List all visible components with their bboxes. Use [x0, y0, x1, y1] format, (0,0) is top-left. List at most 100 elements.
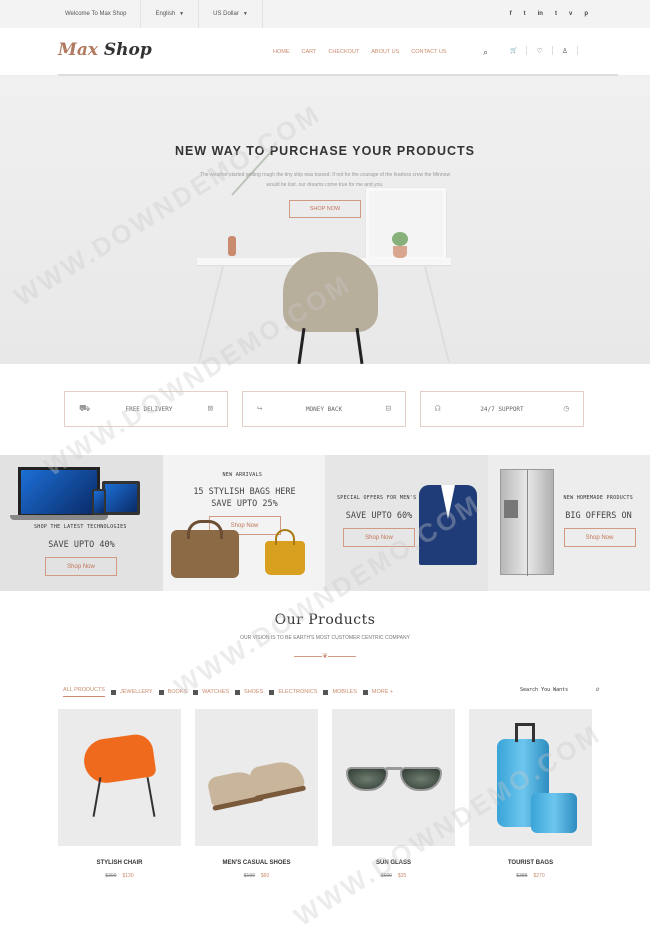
product-name[interactable]: TOURIST BAGS	[469, 860, 592, 866]
bullet-icon	[362, 689, 368, 695]
sunglass-lens-image	[400, 767, 442, 791]
site-logo[interactable]: Max Shop	[58, 40, 152, 60]
hero-banner: NEW WAY TO PURCHASE YOUR PRODUCTS The we…	[0, 76, 650, 364]
linkedin-icon[interactable]: in	[538, 11, 543, 17]
bullet-icon	[193, 689, 199, 695]
old-price: $500	[380, 873, 392, 879]
vase-decor	[228, 236, 236, 256]
phone-image	[92, 489, 106, 515]
promo-big-text: SAVE UPTO 40%	[48, 540, 115, 550]
category-filters: ALL PRODUCTS JEWELLERY BOOKS WATCHES SHO…	[63, 687, 393, 697]
cart-icon[interactable]: 🛒	[510, 47, 517, 54]
social-links: f t in t v p	[510, 0, 588, 28]
product-search[interactable]: Search You Wants ⌕	[520, 685, 600, 694]
pot-decor	[393, 246, 407, 258]
filter-mobiles[interactable]: MOBILES	[323, 689, 357, 695]
desk-leg	[424, 266, 450, 363]
heart-icon[interactable]: ♡	[536, 47, 542, 55]
plant-decor	[392, 232, 408, 246]
filter-books[interactable]: BOOKS	[158, 689, 188, 695]
shoe-sole	[254, 785, 307, 802]
tumblr-icon[interactable]: t	[555, 11, 557, 17]
vimeo-icon[interactable]: v	[569, 11, 572, 17]
product-name[interactable]: STYLISH CHAIR	[58, 860, 181, 866]
promo-small-text: NEW HOMEMADE PRODUCTS	[563, 495, 634, 501]
ornament-icon: ❦	[322, 653, 328, 660]
product-card[interactable]: TOURIST BAGS $385 $270	[469, 709, 592, 879]
promo-small-text: SHOP THE LATEST TECHNOLOGIES	[34, 524, 127, 530]
feature-money-back: ↪ MONEY BACK ⊟	[242, 391, 406, 427]
chevron-down-icon: ▼	[179, 11, 185, 17]
bullet-icon	[110, 689, 116, 695]
filter-jewellery[interactable]: JEWELLERY	[110, 689, 153, 695]
jacket-image	[419, 485, 477, 565]
current-price: $60	[260, 873, 270, 879]
ornament-divider: ❦	[294, 651, 356, 661]
language-select[interactable]: English ▼	[141, 0, 200, 28]
hero-subtitle: The weather started getting rough the ti…	[199, 172, 451, 188]
chevron-down-icon: ▼	[242, 11, 248, 17]
bullet-icon	[269, 689, 275, 695]
section-subtitle: OUR VISION IS TO BE EARTH'S MOST CUSTOME…	[240, 635, 410, 641]
filter-label: BOOKS	[167, 689, 188, 695]
nav-contact-us[interactable]: CONTACT US	[411, 49, 446, 55]
shop-now-button[interactable]: SHOP NOW	[289, 200, 361, 218]
product-image[interactable]	[195, 709, 318, 846]
old-price: $300	[105, 873, 117, 879]
promo-shop-now-button[interactable]: Shop Now	[343, 528, 415, 547]
product-card[interactable]: MEN'S CASUAL SHOES $190 $60	[195, 709, 318, 879]
logo-max: Max	[58, 40, 98, 60]
fridge-image	[499, 469, 554, 576]
currency-select[interactable]: US Dollar ▼	[199, 0, 263, 28]
section-title: Our Products	[274, 612, 376, 628]
pinterest-icon[interactable]: p	[584, 11, 588, 17]
truck-icon: ⛟	[79, 403, 91, 414]
laptop-base-image	[10, 515, 108, 520]
filter-watches[interactable]: WATCHES	[193, 689, 229, 695]
feature-label: FREE DELIVERY	[125, 405, 173, 413]
feature-free-delivery: ⛟ FREE DELIVERY ⊠	[64, 391, 228, 427]
filter-electronics[interactable]: ELECTRONICS	[269, 689, 317, 695]
search-icon[interactable]: ⌕	[595, 685, 600, 694]
package-icon: ⊠	[207, 404, 213, 414]
product-price: $500 $35	[332, 873, 455, 879]
search-icon[interactable]: ⌕	[483, 47, 488, 58]
product-name[interactable]: MEN'S CASUAL SHOES	[195, 860, 318, 866]
product-price: $190 $60	[195, 873, 318, 879]
product-image[interactable]	[469, 709, 592, 846]
filter-label: MORE	[371, 689, 389, 695]
twitter-icon[interactable]: t	[524, 11, 526, 17]
current-price: $130	[122, 873, 134, 879]
bag-image	[170, 520, 239, 578]
search-input[interactable]: Search You Wants	[520, 687, 568, 694]
filter-more[interactable]: MORE +	[362, 689, 393, 695]
user-icon[interactable]: ♙	[562, 47, 568, 55]
current-price: $270	[533, 873, 545, 879]
nav-checkout[interactable]: CHECKOUT	[328, 49, 359, 55]
filter-all-products[interactable]: ALL PRODUCTS	[63, 687, 105, 697]
promo-bags: NEW ARRIVALS 15 STYLISH BAGS HERE SAVE U…	[162, 455, 325, 591]
divider	[526, 46, 528, 55]
logo-shop: Shop	[103, 40, 152, 60]
bullet-icon	[235, 689, 241, 695]
language-label: English	[155, 11, 176, 17]
product-price: $385 $270	[469, 873, 592, 879]
promo-shop-now-button[interactable]: Shop Now	[563, 528, 636, 547]
product-card[interactable]: STYLISH CHAIR $300 $130	[58, 709, 181, 879]
product-image[interactable]	[332, 709, 455, 846]
product-image[interactable]	[58, 709, 181, 846]
product-card[interactable]: SUN GLASS $500 $35	[332, 709, 455, 879]
nav-home[interactable]: HOME	[273, 49, 290, 55]
filter-shoes[interactable]: SHOES	[235, 689, 263, 695]
product-name[interactable]: SUN GLASS	[332, 860, 455, 866]
feature-label: 24/7 SUPPORT	[480, 405, 524, 413]
promo-big-text: BIG OFFERS ON	[565, 511, 632, 521]
promo-shop-now-button[interactable]: Shop Now	[45, 557, 117, 576]
old-price: $190	[243, 873, 255, 879]
nav-cart[interactable]: CART	[302, 49, 317, 55]
travel-bag-image	[531, 793, 577, 833]
chair-leg	[92, 777, 102, 817]
tablet-image	[102, 481, 140, 515]
facebook-icon[interactable]: f	[510, 11, 512, 17]
nav-about-us[interactable]: ABOUT US	[371, 49, 399, 55]
